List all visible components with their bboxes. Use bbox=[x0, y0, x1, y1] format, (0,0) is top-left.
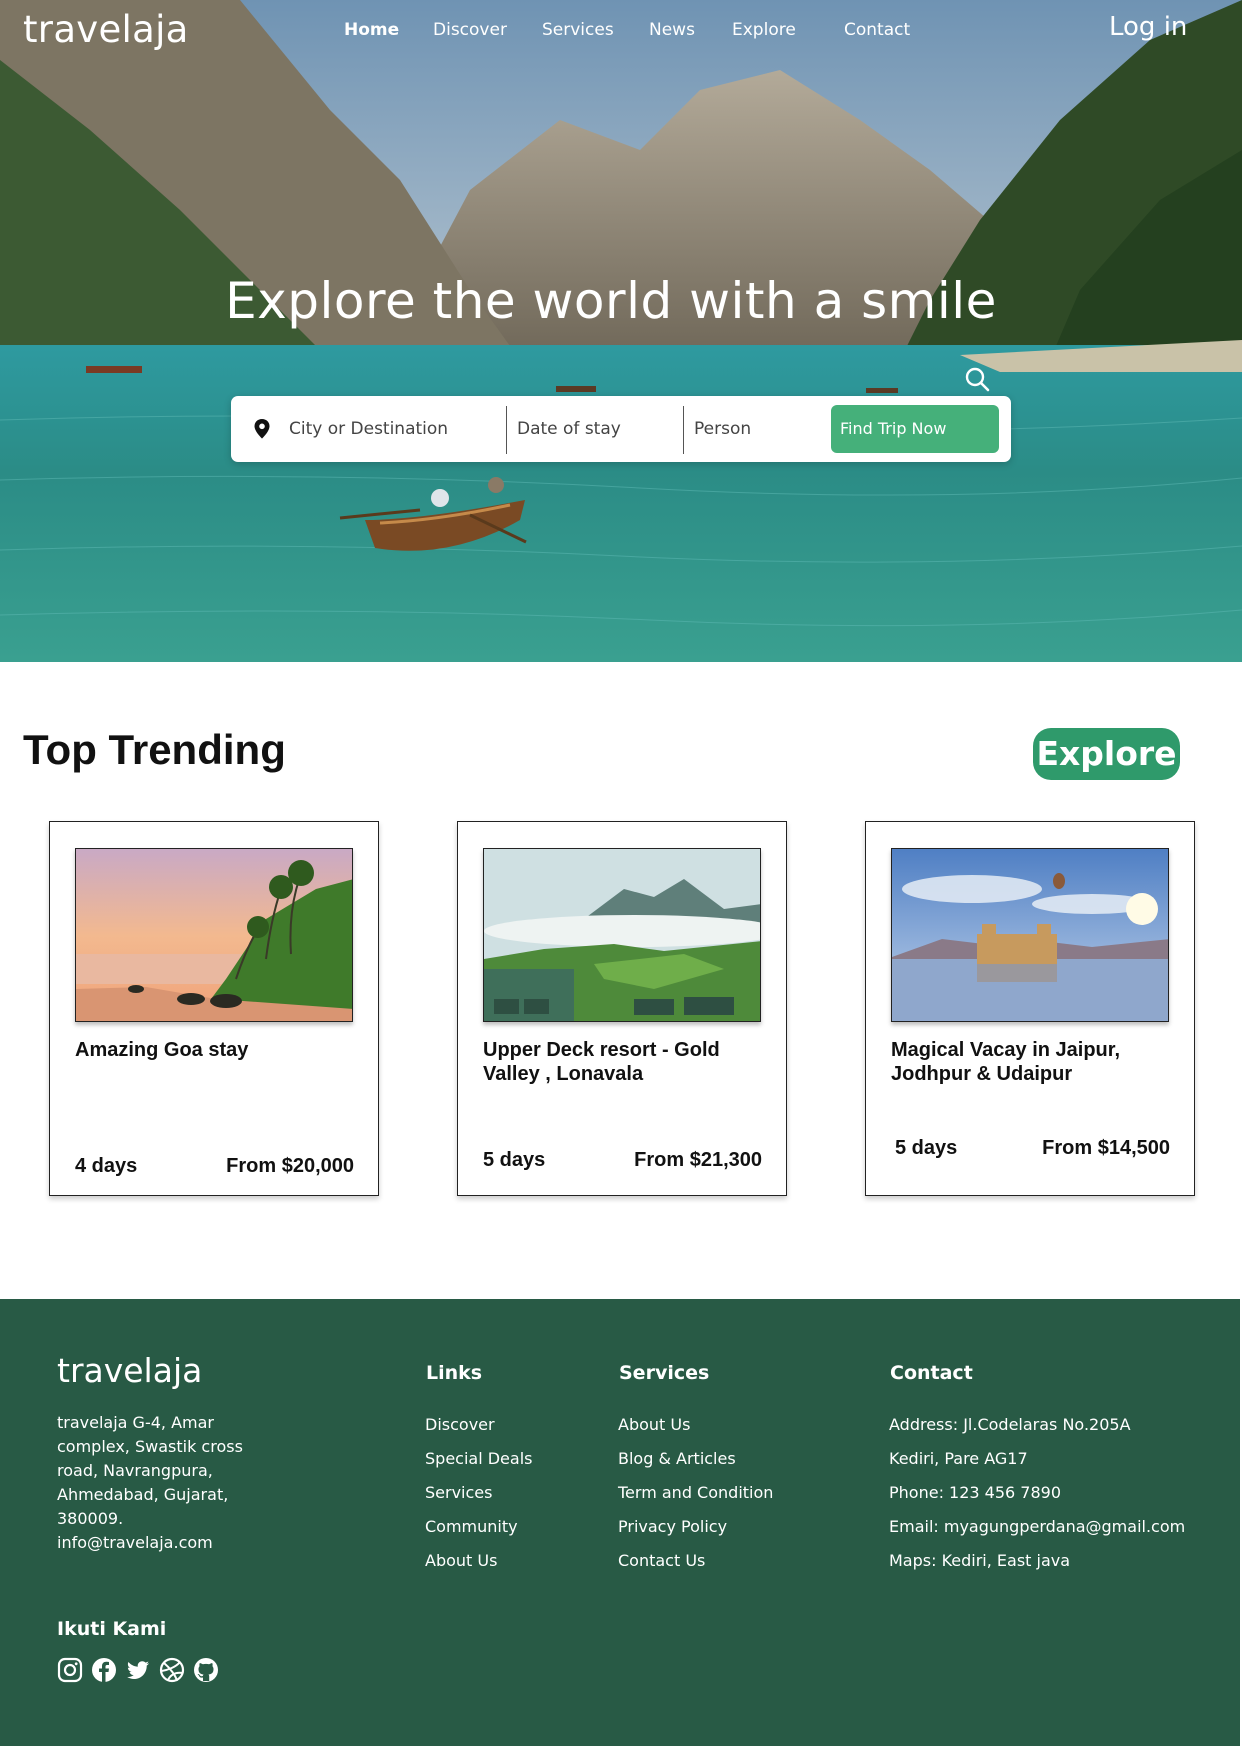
twitter-icon[interactable] bbox=[125, 1657, 151, 1683]
footer-link-community[interactable]: Community bbox=[425, 1515, 532, 1549]
map-pin-icon bbox=[254, 419, 270, 444]
contact-email: Email: myagungperdana@gmail.com bbox=[889, 1517, 1186, 1536]
contact-address: Address: Jl.Codelaras No.205A bbox=[889, 1415, 1131, 1434]
person-input[interactable]: Person bbox=[694, 396, 814, 462]
trip-price: From $14,500 bbox=[1042, 1137, 1170, 1159]
site-footer: travelaja travelaja G-4, Amar complex, S… bbox=[0, 1299, 1240, 1746]
footer-service-terms[interactable]: Term and Condition bbox=[618, 1481, 773, 1515]
trip-image-goa bbox=[75, 848, 353, 1022]
field-divider bbox=[506, 406, 507, 454]
footer-service-about-us[interactable]: About Us bbox=[618, 1413, 773, 1447]
trip-duration: 5 days bbox=[483, 1149, 546, 1171]
footer-service-privacy[interactable]: Privacy Policy bbox=[618, 1515, 773, 1549]
trip-price: From $20,000 bbox=[226, 1155, 354, 1177]
destination-input[interactable]: City or Destination bbox=[289, 396, 499, 462]
trip-card[interactable]: Amazing Goa stay 4 days From $20,000 bbox=[49, 821, 379, 1196]
follow-heading: Ikuti Kami bbox=[57, 1618, 167, 1640]
links-list: Discover Special Deals Services Communit… bbox=[425, 1413, 532, 1583]
nav-home[interactable]: Home bbox=[344, 20, 399, 40]
trip-title: Upper Deck resort - Gold Valley , Lonava… bbox=[483, 1039, 720, 1085]
facebook-icon[interactable] bbox=[91, 1657, 117, 1683]
trip-image-jaipur bbox=[891, 848, 1169, 1022]
trip-card[interactable]: Upper Deck resort - Gold Valley , Lonava… bbox=[457, 821, 787, 1196]
field-divider bbox=[683, 406, 684, 454]
trip-duration: 4 days bbox=[75, 1155, 138, 1177]
nav-services[interactable]: Services bbox=[542, 20, 614, 40]
services-heading: Services bbox=[619, 1362, 710, 1384]
contact-heading: Contact bbox=[890, 1362, 973, 1384]
contact-phone: Phone: 123 456 7890 bbox=[889, 1483, 1062, 1502]
trip-image-lonavala bbox=[483, 848, 761, 1022]
date-of-stay-input[interactable]: Date of stay bbox=[517, 396, 677, 462]
nav-discover[interactable]: Discover bbox=[433, 20, 507, 40]
hero-title: Explore the world with a smile bbox=[225, 272, 997, 330]
footer-brand[interactable]: travelaja bbox=[57, 1351, 202, 1390]
contact-city: Kediri, Pare AG17 bbox=[889, 1449, 1028, 1468]
section-title: Top Trending bbox=[23, 726, 286, 773]
contact-list: Address: Jl.Codelaras No.205A Kediri, Pa… bbox=[889, 1413, 1185, 1583]
footer-link-services[interactable]: Services bbox=[425, 1481, 532, 1515]
footer-service-blog[interactable]: Blog & Articles bbox=[618, 1447, 773, 1481]
trip-search-bar: City or Destination Date of stay Person … bbox=[231, 396, 1011, 462]
explore-button[interactable]: Explore bbox=[1033, 728, 1180, 780]
login-link[interactable]: Log in bbox=[1109, 12, 1187, 42]
dribbble-icon[interactable] bbox=[159, 1657, 185, 1683]
find-trip-button[interactable]: Find Trip Now bbox=[831, 405, 999, 453]
trip-title: Magical Vacay in Jaipur, Jodhpur & Udaip… bbox=[891, 1039, 1121, 1085]
nav-explore[interactable]: Explore bbox=[732, 20, 796, 40]
footer-service-contact[interactable]: Contact Us bbox=[618, 1549, 773, 1583]
hero-background-image bbox=[0, 0, 1242, 662]
footer-link-discover[interactable]: Discover bbox=[425, 1413, 532, 1447]
hero-banner: travelaja Home Discover Services News Ex… bbox=[0, 0, 1242, 662]
instagram-icon[interactable] bbox=[57, 1657, 83, 1683]
trip-duration: 5 days bbox=[895, 1137, 958, 1159]
links-heading: Links bbox=[426, 1362, 483, 1384]
trip-price: From $21,300 bbox=[634, 1149, 762, 1171]
nav-news[interactable]: News bbox=[649, 20, 695, 40]
trip-card[interactable]: Magical Vacay in Jaipur, Jodhpur & Udaip… bbox=[865, 821, 1195, 1196]
search-icon[interactable] bbox=[964, 366, 990, 397]
trip-title: Amazing Goa stay bbox=[75, 1039, 249, 1061]
contact-maps: Maps: Kediri, East java bbox=[889, 1551, 1071, 1570]
github-icon[interactable] bbox=[193, 1657, 219, 1683]
brand-logo[interactable]: travelaja bbox=[23, 8, 189, 51]
nav-contact[interactable]: Contact bbox=[844, 20, 910, 40]
footer-address: travelaja G-4, Amar complex, Swastik cro… bbox=[57, 1413, 243, 1552]
footer-link-about-us[interactable]: About Us bbox=[425, 1549, 532, 1583]
services-list: About Us Blog & Articles Term and Condit… bbox=[618, 1413, 773, 1583]
footer-link-special-deals[interactable]: Special Deals bbox=[425, 1447, 532, 1481]
